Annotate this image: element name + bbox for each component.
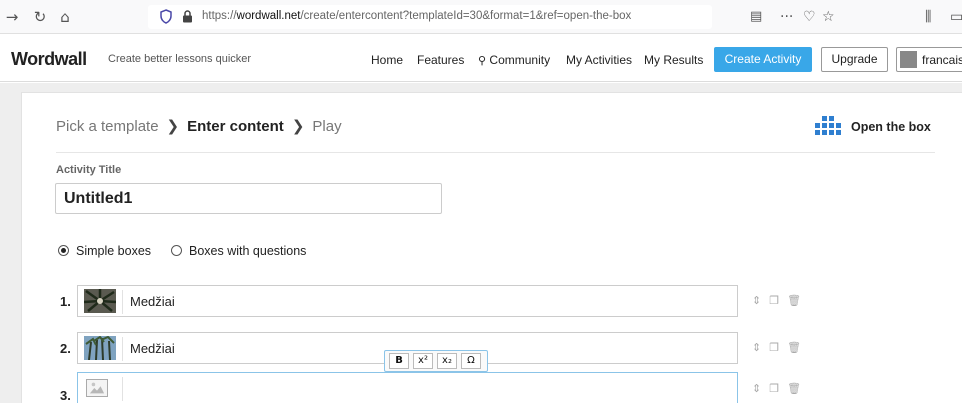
nav-my-results[interactable]: My Results <box>644 53 703 67</box>
item-row-3 <box>77 372 738 403</box>
reorder-icon[interactable]: ⇕ <box>752 294 761 307</box>
user-menu[interactable]: francais <box>896 47 962 72</box>
sidebar-icon[interactable]: ▭ <box>950 8 962 26</box>
url-domain: wordwall.net <box>236 10 301 22</box>
add-image-icon[interactable] <box>86 379 108 397</box>
reload-icon[interactable]: ↻ <box>30 7 50 27</box>
nav-features[interactable]: Features <box>417 53 464 67</box>
pocket-icon[interactable]: ♡ <box>803 8 816 26</box>
forward-icon[interactable]: → <box>2 7 22 27</box>
tracking-shield-icon[interactable] <box>160 9 172 24</box>
item-text[interactable]: Medžiai <box>130 294 175 309</box>
duplicate-icon[interactable]: ❐ <box>769 341 779 354</box>
radio-unselected-icon <box>171 245 182 256</box>
item-number: 2. <box>60 341 71 356</box>
duplicate-icon[interactable]: ❐ <box>769 294 779 307</box>
item-image-thumbnail[interactable] <box>84 289 116 313</box>
create-activity-button[interactable]: Create Activity <box>714 47 812 72</box>
item-row-1: Medžiai <box>77 285 738 317</box>
reader-view-icon[interactable]: ▤ <box>750 8 762 26</box>
avatar <box>900 51 917 68</box>
radio-simple-boxes-label: Simple boxes <box>76 244 152 258</box>
special-character-button[interactable]: Ω <box>461 353 481 369</box>
wordwall-logo[interactable]: Wordwall <box>11 49 87 70</box>
template-name[interactable]: Open the box <box>851 120 931 134</box>
breadcrumb-pick-template[interactable]: Pick a template <box>56 118 159 135</box>
breadcrumb-play[interactable]: Play <box>312 118 341 135</box>
url-path: /create/entercontent?templateId=30&forma… <box>300 10 632 22</box>
trash-icon[interactable]: 🗑 <box>787 382 801 395</box>
rich-text-toolbar: B x² x₂ Ω <box>384 350 488 372</box>
url-text[interactable]: https://wordwall.net/create/entercontent… <box>202 10 631 22</box>
item-separator <box>122 337 123 361</box>
radio-simple-boxes[interactable]: Simple boxes <box>58 244 151 258</box>
bookmark-star-icon[interactable]: ☆ <box>822 8 835 26</box>
superscript-button[interactable]: x² <box>413 353 433 369</box>
site-header: Wordwall Create better lessons quicker H… <box>0 36 962 82</box>
open-the-box-template-icon <box>815 116 841 135</box>
nav-my-activities[interactable]: My Activities <box>566 53 632 67</box>
item-number: 3. <box>60 388 71 403</box>
breadcrumb: Pick a template ❯ Enter content ❯ Play <box>56 117 342 135</box>
tagline: Create better lessons quicker <box>108 53 252 65</box>
chevron-right-icon: ❯ <box>166 118 180 135</box>
radio-boxes-with-questions[interactable]: Boxes with questions <box>171 244 306 258</box>
search-icon: ⚲ <box>478 54 487 67</box>
upgrade-button[interactable]: Upgrade <box>821 47 888 72</box>
reorder-icon[interactable]: ⇕ <box>752 341 761 354</box>
breadcrumb-enter-content: Enter content <box>187 118 284 135</box>
page-actions-icon[interactable]: ··· <box>780 8 793 26</box>
item-number: 1. <box>60 294 71 309</box>
browser-toolbar: → ↻ ⌂ https://wordwall.net/create/enterc… <box>0 0 962 34</box>
divider <box>56 152 935 153</box>
nav-community[interactable]: ⚲ Community <box>478 53 550 67</box>
lock-icon[interactable] <box>182 10 193 23</box>
radio-boxes-with-questions-label: Boxes with questions <box>189 244 307 258</box>
trash-icon[interactable]: 🗑 <box>787 294 801 307</box>
url-bar[interactable]: https://wordwall.net/create/entercontent… <box>148 5 712 29</box>
chevron-right-icon: ❯ <box>291 118 305 135</box>
item-actions: ⇕ ❐ 🗑 <box>752 341 809 354</box>
item-actions: ⇕ ❐ 🗑 <box>752 382 809 395</box>
item-separator <box>122 290 123 314</box>
activity-title-label: Activity Title <box>56 164 122 176</box>
nav-home[interactable]: Home <box>371 53 403 67</box>
trash-icon[interactable]: 🗑 <box>787 341 801 354</box>
url-prefix: https:// <box>202 10 237 22</box>
item-image-thumbnail[interactable] <box>84 336 116 360</box>
user-name: francais <box>922 53 962 67</box>
radio-selected-icon <box>58 245 69 256</box>
activity-title-input[interactable]: Untitled1 <box>55 183 442 214</box>
library-icon[interactable]: ⫼ <box>925 8 931 26</box>
reorder-icon[interactable]: ⇕ <box>752 382 761 395</box>
item-actions: ⇕ ❐ 🗑 <box>752 294 809 307</box>
subscript-button[interactable]: x₂ <box>437 353 457 369</box>
item-text[interactable]: Medžiai <box>130 341 175 356</box>
item-separator <box>122 377 123 401</box>
home-icon[interactable]: ⌂ <box>55 7 75 27</box>
duplicate-icon[interactable]: ❐ <box>769 382 779 395</box>
bold-button[interactable]: B <box>389 353 409 369</box>
nav-community-label: Community <box>489 53 551 67</box>
